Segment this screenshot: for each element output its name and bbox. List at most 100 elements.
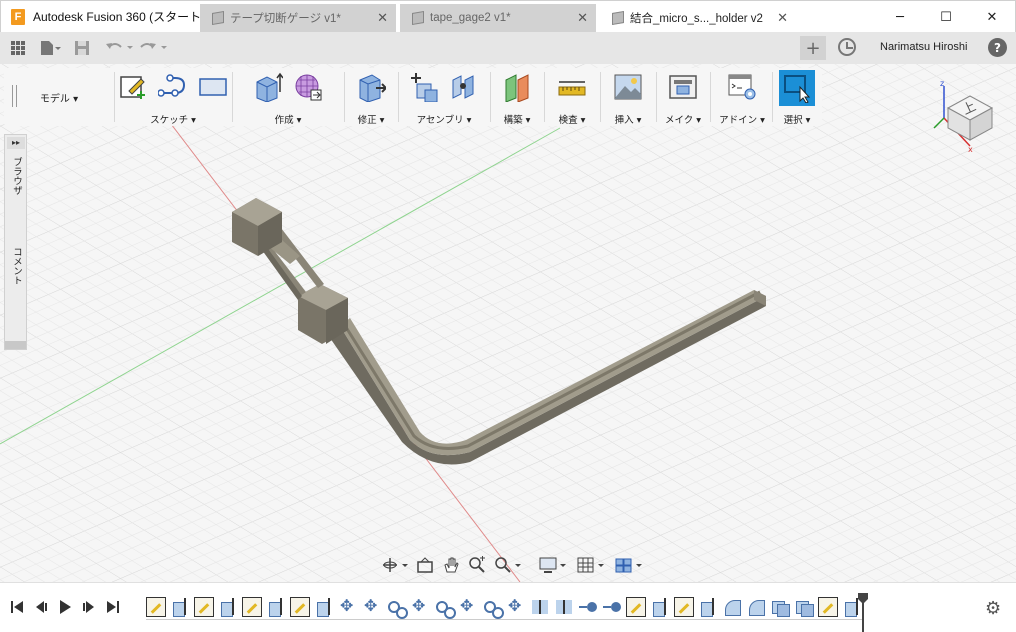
- timeline-sketch-icon[interactable]: [242, 597, 262, 617]
- insert-image-icon[interactable]: [613, 72, 643, 102]
- user-account-name[interactable]: Narimatsu Hiroshi: [880, 41, 967, 53]
- construct-menu-label[interactable]: 構築 ▾: [492, 112, 542, 126]
- timeline-sketch-icon[interactable]: [626, 597, 646, 617]
- timeline-mirror-icon[interactable]: [554, 597, 574, 617]
- timeline-mirror-icon[interactable]: [530, 597, 550, 617]
- make-group[interactable]: メイク ▾: [658, 68, 708, 126]
- measure-icon[interactable]: [557, 72, 587, 102]
- timeline-fillet-icon[interactable]: [746, 597, 766, 617]
- timeline-move-icon[interactable]: [458, 596, 478, 617]
- select-menu-label[interactable]: 選択 ▾: [774, 112, 820, 126]
- insert-menu-label[interactable]: 挿入 ▾: [602, 112, 654, 126]
- viewport-canvas[interactable]: [0, 64, 1016, 582]
- view-cube[interactable]: 上 x z: [930, 74, 1010, 154]
- extrude-icon[interactable]: [253, 72, 283, 102]
- inspect-menu-label[interactable]: 検査 ▾: [546, 112, 598, 126]
- create-group[interactable]: 作成 ▾: [236, 68, 340, 126]
- sketch-menu-label[interactable]: スケッチ ▾: [118, 112, 228, 126]
- timeline-joint-icon[interactable]: [482, 597, 504, 619]
- close-tab-icon[interactable]: ✕: [577, 10, 588, 26]
- zoom-window-icon[interactable]: [492, 554, 524, 576]
- insert-group[interactable]: 挿入 ▾: [602, 68, 654, 126]
- maximize-button[interactable]: ☐: [923, 1, 969, 33]
- redo-icon[interactable]: [136, 34, 170, 62]
- timeline-fillet-icon[interactable]: [722, 597, 742, 617]
- data-panel-grid-icon[interactable]: [4, 34, 32, 62]
- create-sketch-icon[interactable]: [118, 72, 148, 102]
- orbit-icon[interactable]: [380, 554, 410, 576]
- close-tab-icon[interactable]: ✕: [377, 10, 388, 26]
- timeline-pin-icon[interactable]: [578, 597, 598, 617]
- assemble-group[interactable]: アセンブリ ▾: [400, 68, 488, 126]
- tab-micro-holder[interactable]: 結合_micro_s..._holder v2 ✕: [600, 4, 796, 32]
- inspect-group[interactable]: 検査 ▾: [546, 68, 598, 126]
- press-pull-icon[interactable]: [356, 72, 386, 102]
- workspace-switcher[interactable]: モデル ▾: [4, 68, 114, 126]
- comments-panel-tab[interactable]: コメント: [9, 247, 23, 285]
- save-icon[interactable]: [68, 34, 96, 62]
- timeline-extrude-icon[interactable]: [218, 597, 238, 617]
- timeline-extrude-icon[interactable]: [698, 597, 718, 617]
- timeline-sketch-icon[interactable]: [818, 597, 838, 617]
- browser-panel-tab[interactable]: ブラウザ: [9, 157, 23, 195]
- timeline-combine-icon[interactable]: [794, 597, 814, 617]
- joint-icon[interactable]: [449, 72, 479, 102]
- timeline-combine-icon[interactable]: [770, 597, 790, 617]
- rectangle-tool-icon[interactable]: [198, 72, 228, 102]
- browser-side-panel[interactable]: ▸▸ ブラウザ コメント: [4, 134, 27, 350]
- 3d-print-icon[interactable]: [668, 72, 698, 102]
- timeline-joint-icon[interactable]: [434, 597, 456, 619]
- go-to-end-icon[interactable]: [104, 597, 122, 617]
- file-menu-icon[interactable]: [32, 34, 68, 62]
- addins-menu-label[interactable]: アドイン ▾: [712, 112, 772, 126]
- look-at-icon[interactable]: [414, 554, 436, 576]
- zoom-icon[interactable]: [466, 554, 488, 576]
- timeline-sketch-icon[interactable]: [674, 597, 694, 617]
- assemble-menu-label[interactable]: アセンブリ ▾: [400, 112, 488, 126]
- line-tool-icon[interactable]: [158, 72, 188, 102]
- viewports-icon[interactable]: [612, 554, 646, 576]
- expand-panel-icon[interactable]: ▸▸: [7, 137, 25, 149]
- timeline-sketch-icon[interactable]: [194, 597, 214, 617]
- scripts-addins-icon[interactable]: [727, 72, 757, 102]
- timeline-marker[interactable]: [858, 593, 868, 632]
- sketch-group[interactable]: スケッチ ▾: [118, 68, 228, 126]
- undo-icon[interactable]: [102, 34, 136, 62]
- minimize-button[interactable]: ─: [877, 1, 923, 33]
- timeline-extrude-icon[interactable]: [314, 597, 334, 617]
- timeline-joint-icon[interactable]: [386, 597, 408, 619]
- create-menu-label[interactable]: 作成 ▾: [236, 112, 340, 126]
- timeline-move-icon[interactable]: [506, 596, 526, 617]
- new-tab-button[interactable]: +: [800, 36, 826, 60]
- select-group[interactable]: 選択 ▾: [774, 68, 820, 126]
- timeline-settings-gear-icon[interactable]: ⚙: [985, 598, 1001, 619]
- timeline-extrude-icon[interactable]: [170, 597, 190, 617]
- grid-settings-icon[interactable]: [574, 554, 608, 576]
- panel-scroll-handle[interactable]: [5, 341, 26, 349]
- timeline-extrude-icon[interactable]: [266, 597, 286, 617]
- display-settings-icon[interactable]: [536, 554, 570, 576]
- job-status-clock-icon[interactable]: [838, 38, 856, 56]
- timeline-sketch-icon[interactable]: [146, 597, 166, 617]
- select-tool-icon[interactable]: [779, 70, 815, 106]
- help-icon[interactable]: ?: [988, 38, 1007, 57]
- offset-plane-icon[interactable]: [502, 72, 532, 102]
- new-component-icon[interactable]: [409, 72, 439, 102]
- timeline-move-icon[interactable]: [362, 596, 382, 617]
- play-icon[interactable]: [56, 597, 74, 617]
- go-to-start-icon[interactable]: [8, 597, 26, 617]
- step-forward-icon[interactable]: [80, 597, 98, 617]
- form-tool-icon[interactable]: [293, 72, 323, 102]
- addins-group[interactable]: アドイン ▾: [712, 68, 772, 126]
- timeline-move-icon[interactable]: [338, 596, 358, 617]
- tab-tape-gage2[interactable]: tape_gage2 v1* ✕: [400, 4, 596, 32]
- close-window-button[interactable]: ✕: [969, 1, 1015, 33]
- pan-hand-icon[interactable]: [440, 554, 462, 576]
- close-tab-icon[interactable]: ✕: [777, 10, 788, 26]
- make-menu-label[interactable]: メイク ▾: [658, 112, 708, 126]
- timeline-sketch-icon[interactable]: [290, 597, 310, 617]
- step-back-icon[interactable]: [32, 597, 50, 617]
- timeline-move-icon[interactable]: [410, 596, 430, 617]
- timeline-extrude-icon[interactable]: [650, 597, 670, 617]
- tab-tape-cut-gauge[interactable]: テープ切断ゲージ v1* ✕: [200, 4, 396, 32]
